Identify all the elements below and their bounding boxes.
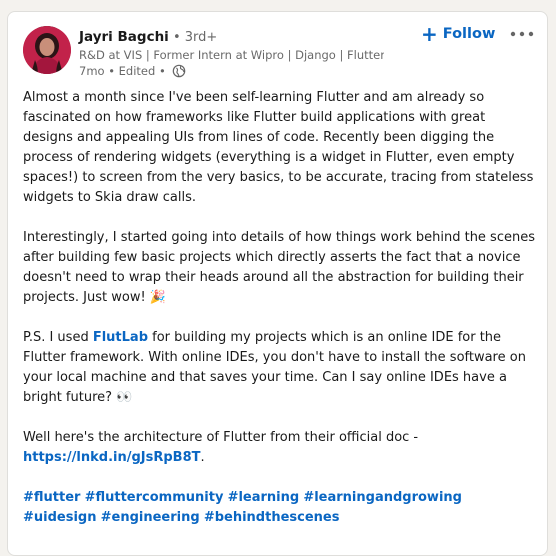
hashtag-flutter[interactable]: #flutter <box>23 490 80 505</box>
follow-button[interactable]: + Follow <box>421 24 495 44</box>
hashtag-learning[interactable]: #learning <box>228 490 300 505</box>
plus-icon: + <box>421 22 438 46</box>
post-paragraph-3: P.S. I used FlutLab for building my proj… <box>23 328 535 408</box>
post-paragraph-2: Interestingly, I started going into deta… <box>23 230 535 305</box>
flutlab-link[interactable]: FlutLab <box>93 330 148 345</box>
ellipsis-icon <box>510 31 534 37</box>
globe-icon <box>172 64 186 82</box>
author-name-row: Jayri Bagchi • 3rd+ <box>79 28 217 47</box>
connection-degree: • 3rd+ <box>168 30 218 45</box>
author-name[interactable]: Jayri Bagchi <box>79 29 169 45</box>
doc-short-link[interactable]: https://lnkd.in/gJsRpB8T <box>23 450 201 465</box>
follow-label: Follow <box>442 26 496 42</box>
post-card: Jayri Bagchi • 3rd+ R&D at VIS | Former … <box>7 11 548 556</box>
paragraph-4-text-end: . <box>200 450 205 465</box>
hashtag-fluttercommunity[interactable]: #fluttercommunity <box>85 490 224 505</box>
author-avatar[interactable] <box>23 26 71 74</box>
avatar-photo-icon <box>23 26 71 74</box>
paragraph-4-text-start: Well here's the architecture of Flutter … <box>23 430 419 445</box>
post-body: Almost a month since I've been self-lear… <box>23 88 535 548</box>
post-paragraph-1: Almost a month since I've been self-lear… <box>23 90 534 205</box>
edited-label: • Edited • <box>104 64 170 78</box>
author-headline: R&D at VIS | Former Intern at Wipro | Dj… <box>79 48 384 62</box>
more-options-button[interactable] <box>509 24 535 44</box>
hashtag-behindthescenes[interactable]: #behindthescenes <box>204 510 340 525</box>
hashtag-list: #flutter #fluttercommunity #learning #le… <box>23 488 535 528</box>
post-paragraph-4: Well here's the architecture of Flutter … <box>23 428 535 468</box>
paragraph-3-text-start: P.S. I used <box>23 330 93 345</box>
post-time: 7mo <box>79 64 105 78</box>
post-meta: 7mo • Edited • <box>79 63 186 82</box>
hashtag-learningandgrowing[interactable]: #learningandgrowing <box>303 490 462 505</box>
hashtag-engineering[interactable]: #engineering <box>101 510 200 525</box>
hashtag-uidesign[interactable]: #uidesign <box>23 510 96 525</box>
